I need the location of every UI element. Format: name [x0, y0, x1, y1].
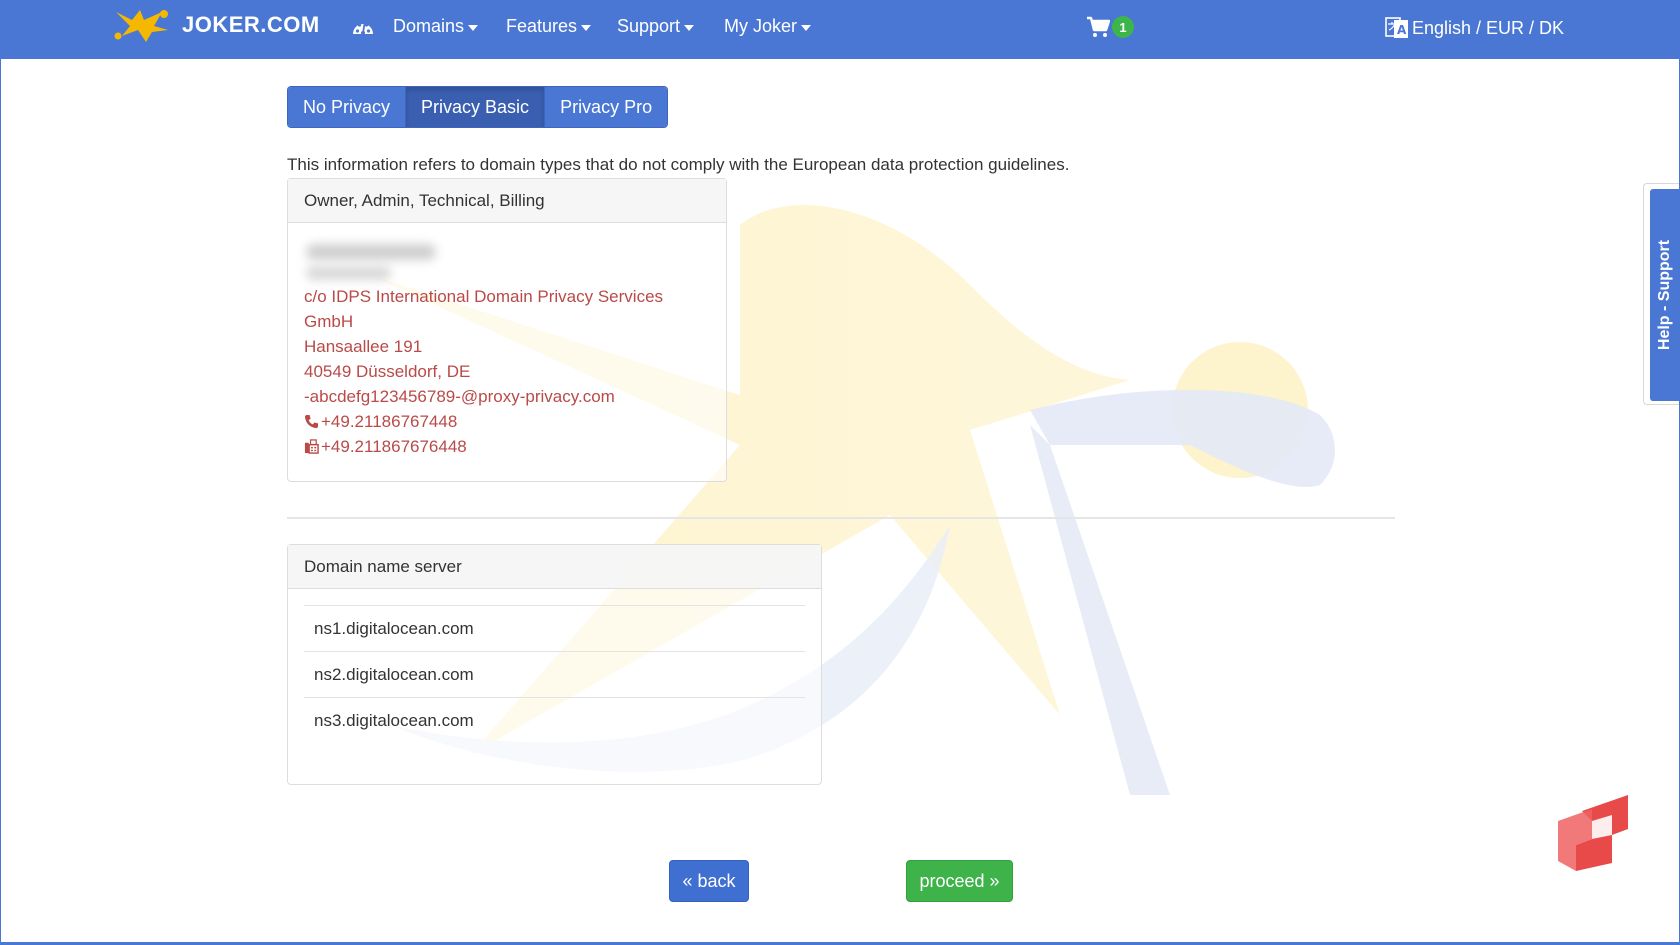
contact-line: Hansaallee 191: [304, 337, 423, 356]
top-navbar: JOKER.COM Domains Features Support My Jo…: [0, 0, 1680, 59]
contact-line: c/o IDPS International Domain Privacy Se…: [304, 287, 664, 306]
contact-line: 40549 Düsseldorf, DE: [304, 362, 471, 381]
nav-my-joker-label: My Joker: [724, 16, 798, 36]
window-frame: [0, 0, 1680, 945]
caret-down-icon: [468, 24, 479, 31]
dashboard-gauge-icon[interactable]: [350, 16, 376, 42]
contact-fax: +49.211867676448: [304, 434, 710, 459]
tab-privacy-pro[interactable]: Privacy Pro: [545, 87, 668, 127]
brand-name: JOKER.COM: [182, 12, 320, 37]
contact-panel: Owner, Admin, Technical, Billing c/o IDP…: [287, 178, 727, 482]
nav-features-label: Features: [506, 16, 578, 36]
fax-icon: [304, 439, 319, 454]
jester-star-icon: [114, 10, 168, 42]
contact-phone: +49.21186767448: [304, 409, 710, 434]
nav-domains-label: Domains: [393, 16, 465, 36]
language-currency-selector[interactable]: A English / EUR / DK: [1385, 16, 1564, 40]
shopping-cart-icon: [1087, 16, 1110, 37]
redacted-contact-name: [306, 244, 436, 260]
section-divider: [287, 517, 1395, 519]
nav-support-label: Support: [617, 16, 681, 36]
cart-count-badge: 1: [1112, 16, 1134, 38]
language-label: English / EUR / DK: [1412, 17, 1565, 38]
nameserver-panel-heading: Domain name server: [288, 545, 821, 589]
caret-down-icon: [684, 24, 695, 31]
privacy-level-tabs: No Privacy Privacy Basic Privacy Pro: [287, 86, 669, 128]
phone-number: +49.21186767448: [321, 412, 458, 431]
nameserver-list: ns1.digitalocean.com ns2.digitalocean.co…: [304, 605, 805, 743]
cart-button[interactable]: 1: [1086, 16, 1134, 38]
contact-email: -abcdefg123456789-@proxy-privacy.com: [304, 387, 615, 406]
privacy-info-text: This information refers to domain types …: [287, 155, 1070, 174]
contact-panel-heading: Owner, Admin, Technical, Billing: [288, 179, 726, 223]
nav-my-joker[interactable]: My Joker: [724, 16, 812, 37]
brand-logo[interactable]: JOKER.COM: [112, 6, 320, 44]
contact-details: c/o IDPS International Domain Privacy Se…: [288, 223, 726, 459]
nav-support[interactable]: Support: [617, 16, 695, 37]
proceed-button[interactable]: proceed »: [906, 860, 1013, 902]
tab-no-privacy[interactable]: No Privacy: [288, 87, 407, 127]
back-button[interactable]: « back: [669, 860, 749, 902]
nameserver-row: ns3.digitalocean.com: [304, 697, 805, 743]
help-support-button[interactable]: Help - Support: [1650, 189, 1680, 401]
caret-down-icon: [801, 24, 812, 31]
nameserver-row: ns1.digitalocean.com: [304, 605, 805, 651]
contact-line: GmbH: [304, 312, 354, 331]
redacted-contact-org: [306, 266, 391, 280]
corner-brand-logo-icon: [1558, 795, 1628, 871]
phone-icon: [304, 414, 319, 429]
nav-domains[interactable]: Domains: [393, 16, 479, 37]
tab-privacy-basic[interactable]: Privacy Basic: [406, 87, 546, 127]
svg-text:A: A: [1397, 23, 1407, 37]
translate-icon: A: [1385, 17, 1408, 38]
help-support-tab[interactable]: Help - Support: [1643, 183, 1680, 405]
caret-down-icon: [581, 24, 592, 31]
nameserver-panel: Domain name server ns1.digitalocean.com …: [287, 544, 822, 785]
nameserver-row: ns2.digitalocean.com: [304, 651, 805, 697]
nav-features[interactable]: Features: [506, 16, 592, 37]
help-support-label: Help - Support: [1656, 239, 1674, 351]
fax-number: +49.211867676448: [321, 437, 467, 456]
